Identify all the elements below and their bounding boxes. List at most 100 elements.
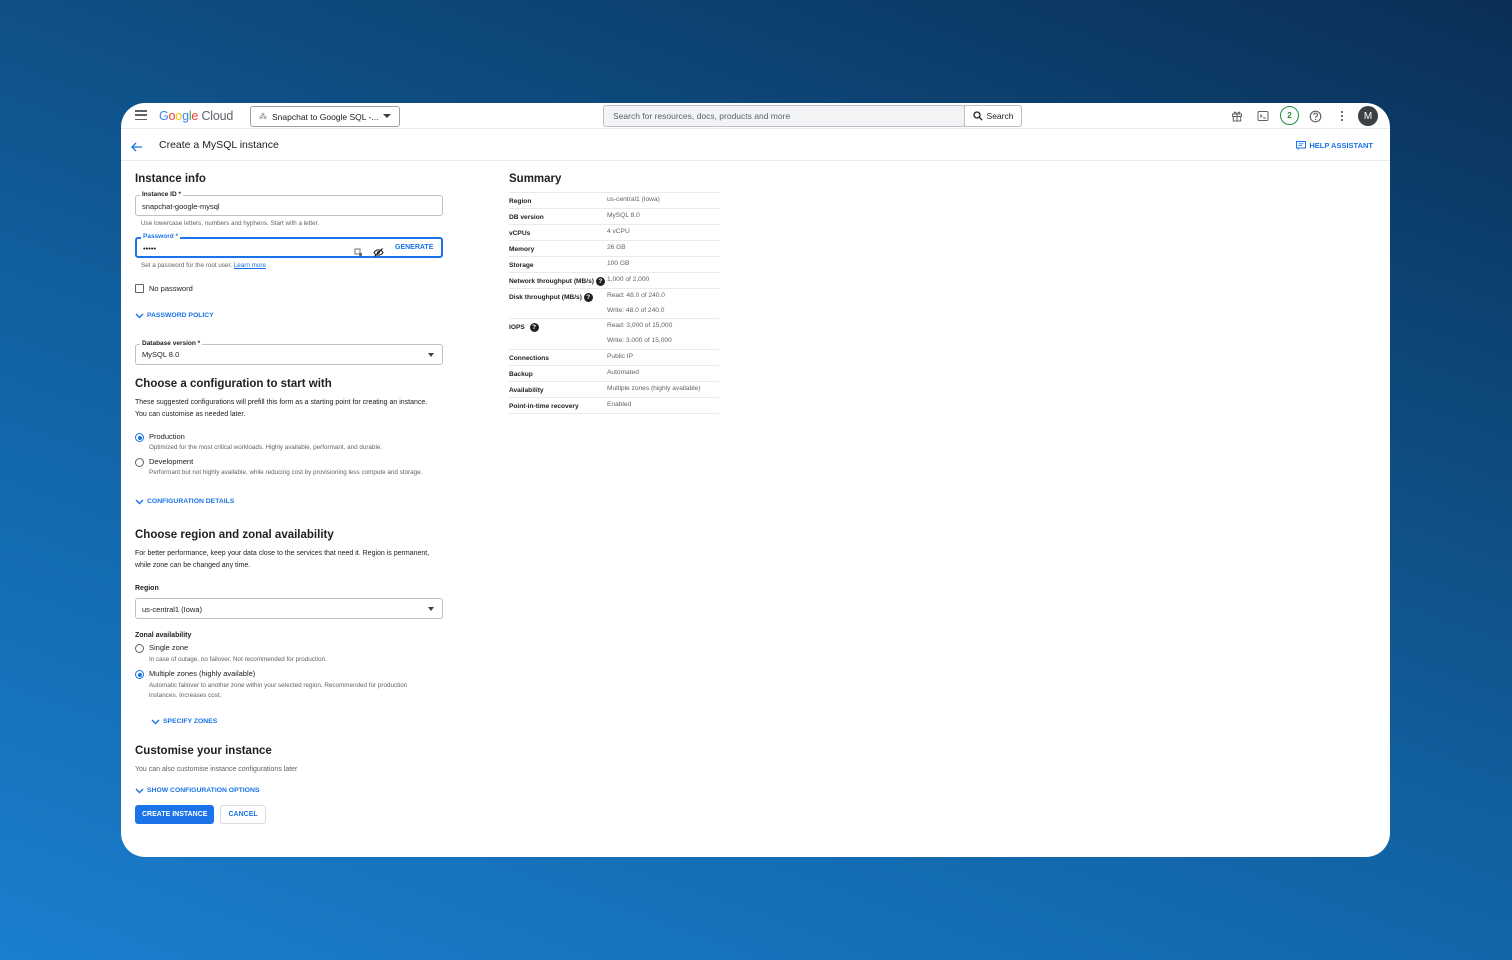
summary-key: Region xyxy=(509,196,607,208)
region-select[interactable]: us-central1 (Iowa) xyxy=(135,598,443,619)
summary-key-text: Disk throughput (MB/s) xyxy=(509,294,582,301)
help-assistant-label: HELP ASSISTANT xyxy=(1309,141,1373,150)
summary-row: Network throughput (MB/s) ? 1,000 of 2,00… xyxy=(509,273,719,289)
password-hint-text: Set a password for the root user. xyxy=(141,262,233,269)
password-hint: Set a password for the root user. Learn … xyxy=(141,262,445,269)
learn-more-link[interactable]: Learn more xyxy=(234,262,266,269)
config-option-production[interactable]: Production Optimized for the most critic… xyxy=(135,432,445,453)
page-title: Create a MySQL instance xyxy=(159,139,279,151)
instance-id-field[interactable]: Instance ID * snapchat-google-mysql xyxy=(135,191,443,216)
google-cloud-logo[interactable]: Google Cloud xyxy=(159,109,233,123)
database-version-select[interactable]: Database version * MySQL 8.0 xyxy=(135,340,443,365)
cancel-button[interactable]: CANCEL xyxy=(220,805,266,824)
multiple-zones-radio[interactable] xyxy=(135,670,144,679)
specify-zones-expander[interactable]: SPECIFY ZONES xyxy=(151,718,445,725)
terminal-icon[interactable] xyxy=(1255,108,1271,124)
summary-heading: Summary xyxy=(509,173,562,185)
chevron-down-icon xyxy=(135,788,144,793)
back-arrow-icon[interactable] xyxy=(131,139,143,157)
summary-key: DB version xyxy=(509,212,607,224)
page-header: Create a MySQL instance HELP ASSISTANT xyxy=(121,131,1390,161)
summary-value: 1,000 of 2,000 xyxy=(607,276,650,283)
configuration-details-expander[interactable]: CONFIGURATION DETAILS xyxy=(135,498,445,505)
search-button[interactable]: Search xyxy=(964,105,1022,127)
chevron-down-icon xyxy=(135,499,144,504)
form-actions: CREATE INSTANCE CANCEL xyxy=(135,803,445,824)
chevron-down-icon xyxy=(151,719,160,724)
database-version-value: MySQL 8.0 xyxy=(142,350,180,359)
summary-value: 4 vCPU xyxy=(607,228,630,235)
help-icon[interactable]: ? xyxy=(583,292,593,302)
configuration-heading: Choose a configuration to start with xyxy=(135,378,332,390)
zone-option-multiple[interactable]: Multiple zones (highly available) Automa… xyxy=(135,669,445,701)
password-label: Password * xyxy=(141,233,181,240)
summary-row: Backup Automated xyxy=(509,366,719,382)
no-password-checkbox-row[interactable]: No password xyxy=(135,284,445,293)
search-button-label: Search xyxy=(986,111,1014,121)
password-policy-expander[interactable]: PASSWORD POLICY xyxy=(135,312,445,319)
chat-icon xyxy=(1296,141,1307,150)
summary-value: Write: 3,000 of 15,000 xyxy=(607,337,672,345)
more-vert-icon[interactable] xyxy=(1334,108,1350,124)
menu-icon[interactable] xyxy=(135,110,147,121)
summary-value: Write: 48.0 of 240.0 xyxy=(607,307,665,314)
development-radio[interactable] xyxy=(135,458,144,467)
config-option-development[interactable]: Development Performant but not highly av… xyxy=(135,457,445,478)
zone-option-single[interactable]: Single zone In case of outage, no failov… xyxy=(135,643,445,665)
zonal-availability-label: Zonal availability xyxy=(135,632,192,639)
summary-row: Availability Multiple zones (highly avail… xyxy=(509,382,719,398)
customise-heading: Customise your instance xyxy=(135,745,272,757)
region-description: For better performance, keep your data c… xyxy=(135,550,430,569)
console-window: Google Cloud ⁂ Snapchat to Google SQL -.… xyxy=(121,103,1390,857)
single-zone-label: Single zone xyxy=(149,643,189,652)
customise-description: You can also customise instance configur… xyxy=(135,766,298,773)
visibility-off-icon[interactable] xyxy=(373,244,384,262)
help-icon[interactable] xyxy=(1307,108,1323,124)
help-icon[interactable]: ? xyxy=(595,276,605,286)
single-zone-radio[interactable] xyxy=(135,644,144,653)
development-description: Performant but not highly available, whi… xyxy=(149,469,423,476)
region-heading: Choose region and zonal availability xyxy=(135,529,334,541)
summary-value: 100 GB xyxy=(607,260,630,267)
summary-value: Read: 48.0 of 240.0 xyxy=(607,292,665,299)
summary-row: Write: 48.0 of 240.0 xyxy=(509,304,719,320)
production-radio[interactable] xyxy=(135,433,144,442)
specify-zones-label: SPECIFY ZONES xyxy=(163,718,218,725)
summary-value: Multiple zones (highly available) xyxy=(607,384,701,392)
show-configuration-options-expander[interactable]: SHOW CONFIGURATION OPTIONS xyxy=(135,787,445,794)
help-assistant-button[interactable]: HELP ASSISTANT xyxy=(1296,141,1373,150)
summary-value: 26 GB xyxy=(607,244,626,251)
instance-info-heading: Instance info xyxy=(135,173,206,185)
production-label: Production xyxy=(149,432,185,441)
help-icon[interactable]: ? xyxy=(529,323,539,333)
summary-row: Region us-central1 (Iowa) xyxy=(509,192,719,209)
create-instance-form: Instance info Instance ID * snapchat-goo… xyxy=(135,173,445,824)
summary-row: DB version MySQL 8.0 xyxy=(509,209,719,225)
summary-key: Backup xyxy=(509,369,607,381)
summary-row: Connections Public IP xyxy=(509,350,719,366)
password-value: ••••• xyxy=(143,244,157,253)
summary-key-text: Storage xyxy=(509,262,534,269)
key-icon[interactable] xyxy=(354,244,363,262)
project-picker[interactable]: ⁂ Snapchat to Google SQL -... xyxy=(250,106,400,127)
summary-value: Enabled xyxy=(607,400,632,408)
summary-table: Region us-central1 (Iowa) DB version MySQL … xyxy=(509,192,719,414)
password-field[interactable]: Password * ••••• GENERATE xyxy=(135,233,443,258)
configuration-description: These suggested configurations will pref… xyxy=(135,399,428,418)
summary-key-text: Point-in-time recovery xyxy=(509,402,579,410)
notifications-badge[interactable]: 2 xyxy=(1280,106,1299,125)
top-bar: Google Cloud ⁂ Snapchat to Google SQL -.… xyxy=(121,103,1390,129)
avatar[interactable]: M xyxy=(1358,106,1378,126)
gift-icon[interactable] xyxy=(1229,108,1245,124)
summary-value: MySQL 8.0 xyxy=(607,212,640,219)
search-input[interactable]: Search for resources, docs, products and… xyxy=(603,105,965,127)
summary-key-spacer xyxy=(509,307,607,318)
summary-row: Memory 26 GB xyxy=(509,241,719,257)
create-instance-button[interactable]: CREATE INSTANCE xyxy=(135,805,215,824)
summary-key-text: vCPUs xyxy=(509,230,531,237)
summary-value: Public IP xyxy=(607,352,634,360)
summary-row: Point-in-time recovery Enabled xyxy=(509,398,719,414)
instance-id-hint: Use lowercase letters, numbers and hyphe… xyxy=(141,220,320,227)
no-password-checkbox[interactable] xyxy=(135,284,144,293)
generate-button[interactable]: GENERATE xyxy=(395,244,433,251)
